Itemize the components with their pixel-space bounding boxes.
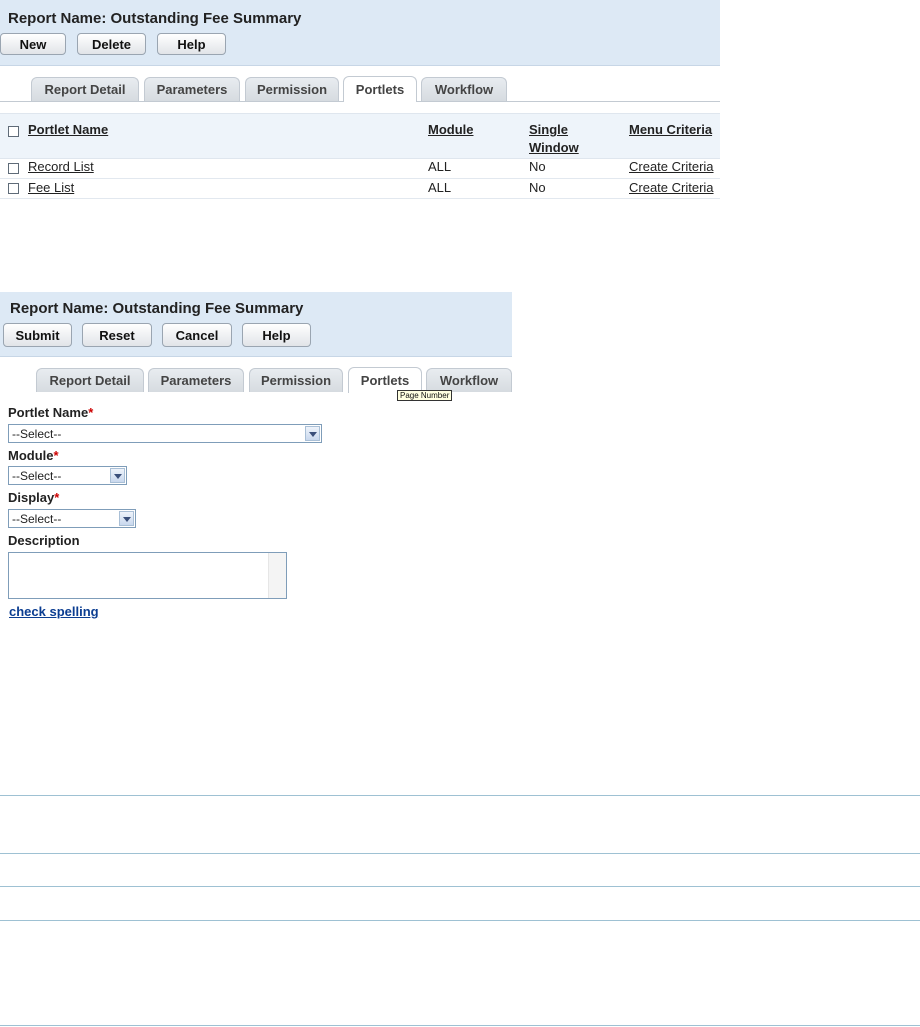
new-button[interactable]: New	[0, 33, 66, 55]
select-all-checkbox[interactable]	[8, 126, 19, 137]
module-select[interactable]: --Select--	[8, 466, 127, 485]
create-criteria-link[interactable]: Create Criteria	[629, 159, 714, 174]
portlet-name-link[interactable]: Record List	[28, 159, 94, 174]
textarea-scrollbar[interactable]	[268, 553, 286, 598]
module-select-value: --Select--	[12, 469, 62, 483]
tooltip-page-number: Page Number	[397, 390, 453, 401]
tab-workflow[interactable]: Workflow	[426, 368, 512, 392]
report-name-title: Report Name: Outstanding Fee Summary	[10, 300, 304, 317]
create-criteria-link[interactable]: Create Criteria	[629, 180, 714, 195]
row-checkbox[interactable]	[8, 183, 19, 194]
column-header-module[interactable]: Module	[428, 122, 474, 137]
tab-report-detail[interactable]: Report Detail	[36, 368, 144, 392]
portlet-name-label: Portlet Name*	[8, 405, 93, 420]
portlet-name-link[interactable]: Fee List	[28, 180, 74, 195]
divider-line	[0, 795, 920, 796]
column-header-menu-criteria[interactable]: Menu Criteria	[629, 122, 712, 137]
divider-line	[0, 886, 920, 887]
module-cell: ALL	[428, 159, 452, 174]
chevron-down-icon[interactable]	[110, 468, 125, 483]
tab-permission[interactable]: Permission	[245, 77, 339, 101]
row-divider	[0, 178, 720, 179]
tab-portlets[interactable]: Portlets	[343, 76, 417, 102]
description-textarea[interactable]	[8, 552, 287, 599]
help-button[interactable]: Help	[157, 33, 226, 55]
tab-workflow[interactable]: Workflow	[421, 77, 507, 101]
report-name-title: Report Name: Outstanding Fee Summary	[8, 10, 302, 27]
divider-line	[0, 920, 920, 921]
tab-permission[interactable]: Permission	[249, 368, 343, 392]
single-window-cell: No	[529, 159, 546, 174]
tab-baseline	[417, 101, 720, 102]
display-select-value: --Select--	[12, 512, 62, 526]
portlet-name-select-value: --Select--	[12, 427, 62, 441]
divider-line	[0, 853, 920, 854]
column-header-single-window[interactable]: Single	[529, 122, 568, 137]
row-divider	[0, 198, 720, 199]
column-header-portlet-name[interactable]: Portlet Name	[28, 122, 108, 137]
chevron-down-icon[interactable]	[119, 511, 134, 526]
cancel-button[interactable]: Cancel	[162, 323, 232, 347]
column-header-single-window-line2[interactable]: Window	[529, 140, 579, 155]
single-window-cell: No	[529, 180, 546, 195]
display-label-text: Display	[8, 490, 55, 505]
required-mark: *	[88, 405, 94, 420]
required-mark: *	[53, 448, 59, 463]
delete-button[interactable]: Delete	[77, 33, 146, 55]
portlet-name-label-text: Portlet Name	[8, 405, 89, 420]
help-button[interactable]: Help	[242, 323, 311, 347]
module-cell: ALL	[428, 180, 452, 195]
divider-line	[0, 1025, 920, 1026]
chevron-down-icon[interactable]	[305, 426, 320, 441]
reset-button[interactable]: Reset	[82, 323, 152, 347]
portlet-name-select[interactable]: --Select--	[8, 424, 322, 443]
display-label: Display*	[8, 490, 59, 505]
submit-button[interactable]: Submit	[3, 323, 72, 347]
description-label: Description	[8, 533, 80, 548]
tab-baseline	[0, 101, 343, 102]
display-select[interactable]: --Select--	[8, 509, 136, 528]
row-checkbox[interactable]	[8, 163, 19, 174]
tab-parameters[interactable]: Parameters	[144, 77, 240, 101]
check-spelling-link[interactable]: check spelling	[9, 604, 99, 619]
required-mark: *	[54, 490, 60, 505]
module-label: Module*	[8, 448, 59, 463]
tab-report-detail[interactable]: Report Detail	[31, 77, 139, 101]
module-label-text: Module	[8, 448, 54, 463]
tab-parameters[interactable]: Parameters	[148, 368, 244, 392]
